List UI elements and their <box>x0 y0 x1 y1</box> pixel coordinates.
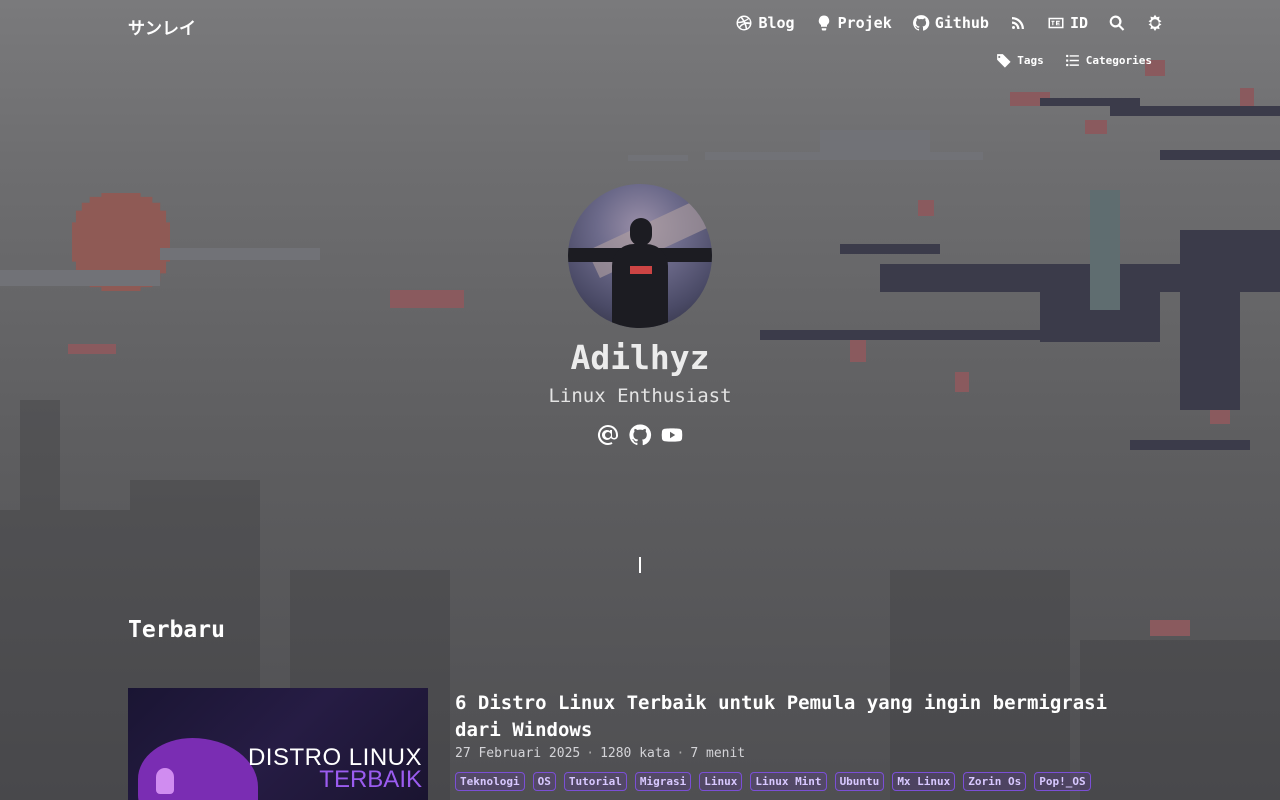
tag-chip[interactable]: Teknologi <box>455 772 525 791</box>
avatar <box>568 184 712 328</box>
nav-language-label: ID <box>1069 14 1088 32</box>
tag-chip[interactable]: Linux <box>699 772 743 791</box>
nav-search[interactable] <box>1108 14 1126 32</box>
meta-separator: · <box>676 746 685 761</box>
tag-chip[interactable]: Linux Mint <box>750 772 827 791</box>
nav-rss[interactable] <box>1009 14 1027 32</box>
theme-toggle-icon <box>1148 14 1162 31</box>
nav-tags[interactable]: Tags <box>995 52 1044 69</box>
petal <box>1210 410 1230 424</box>
profile-name: Adilhyz <box>570 338 710 377</box>
search-icon <box>1109 15 1125 31</box>
main-nav: Blog Projek Github ID <box>735 14 1164 32</box>
avatar-shirt-logo <box>630 266 652 274</box>
tag-chip[interactable]: OS <box>532 772 556 791</box>
post-read-time: 7 menit <box>690 746 746 761</box>
branch <box>1180 230 1280 270</box>
github-icon[interactable] <box>628 423 652 447</box>
nav-projek[interactable]: Projek <box>815 14 892 32</box>
post-thumbnail[interactable]: DISTRO LINUX TERBAIK <box>128 688 428 800</box>
dribbble-icon <box>736 15 752 31</box>
list-icon <box>1065 54 1079 67</box>
tag-chip[interactable]: Migrasi <box>634 772 692 791</box>
building <box>20 400 60 510</box>
cloud <box>0 270 160 286</box>
email-icon[interactable] <box>596 423 620 447</box>
nav-blog-label: Blog <box>758 14 795 32</box>
tag-chip[interactable]: Ubuntu <box>834 772 885 791</box>
branch <box>1040 98 1140 106</box>
branch <box>1040 292 1160 342</box>
petal <box>390 290 464 308</box>
tag-chip[interactable]: Mx Linux <box>892 772 956 791</box>
avatar-head <box>630 218 652 246</box>
nav-github-label: Github <box>934 14 989 32</box>
lightbulb-icon <box>818 15 829 31</box>
site-header: サンレイ Blog Projek Github ID Tags Categori… <box>0 0 1280 80</box>
post-meta: 27 Februari 2025 · 1280 kata · 7 menit <box>455 746 745 761</box>
social-links <box>0 423 1280 447</box>
petal <box>1085 120 1107 134</box>
post-word-count: 1280 kata <box>600 746 671 761</box>
cloud <box>820 130 930 154</box>
nav-language[interactable]: ID <box>1047 14 1088 32</box>
post-date: 27 Februari 2025 <box>455 746 581 761</box>
profile-subtitle: Linux Enthusiast <box>548 385 732 407</box>
tag-chip[interactable]: Tutorial <box>563 772 627 791</box>
nav-projek-label: Projek <box>837 14 892 32</box>
sun-graphic <box>72 193 170 291</box>
nav-categories[interactable]: Categories <box>1064 52 1152 69</box>
petal <box>1150 620 1190 636</box>
branch <box>880 264 1280 292</box>
meta-separator: · <box>586 746 595 761</box>
tag-chip[interactable]: Zorin Os <box>963 772 1027 791</box>
avatar-body <box>612 244 668 328</box>
thumbnail-text-line2: TERBAIK <box>319 766 422 793</box>
post-title[interactable]: 6 Distro Linux Terbaik untuk Pemula yang… <box>455 690 1145 744</box>
petal <box>1010 92 1050 106</box>
post-card: DISTRO LINUX TERBAIK 6 Distro Linux Terb… <box>128 688 1152 800</box>
site-brand[interactable]: サンレイ <box>128 14 196 39</box>
rss-icon <box>1011 17 1024 29</box>
nav-theme-toggle[interactable] <box>1146 14 1164 32</box>
cloud <box>160 248 320 260</box>
youtube-icon[interactable] <box>660 423 684 447</box>
nav-tags-label: Tags <box>1017 54 1044 67</box>
bird-graphic <box>1090 190 1120 310</box>
post-tags: Teknologi OS Tutorial Migrasi Linux Linu… <box>455 772 1091 791</box>
secondary-nav: Tags Categories <box>995 52 1152 69</box>
penguin-icon <box>156 768 174 794</box>
cloud <box>628 155 688 161</box>
text-cursor <box>639 557 641 573</box>
tag-chip[interactable]: Pop!_OS <box>1034 772 1091 791</box>
latest-section-title: Terbaru <box>128 617 225 643</box>
nav-categories-label: Categories <box>1085 54 1152 67</box>
building <box>0 510 130 800</box>
github-icon <box>912 15 930 31</box>
branch <box>1110 106 1280 116</box>
language-icon <box>1048 17 1064 29</box>
petal <box>1240 88 1254 114</box>
nav-github[interactable]: Github <box>912 14 989 32</box>
tag-icon <box>996 54 1011 68</box>
branch <box>840 244 940 254</box>
nav-blog[interactable]: Blog <box>735 14 795 32</box>
petal <box>918 200 934 216</box>
branch <box>1160 150 1280 160</box>
cloud <box>705 152 983 160</box>
